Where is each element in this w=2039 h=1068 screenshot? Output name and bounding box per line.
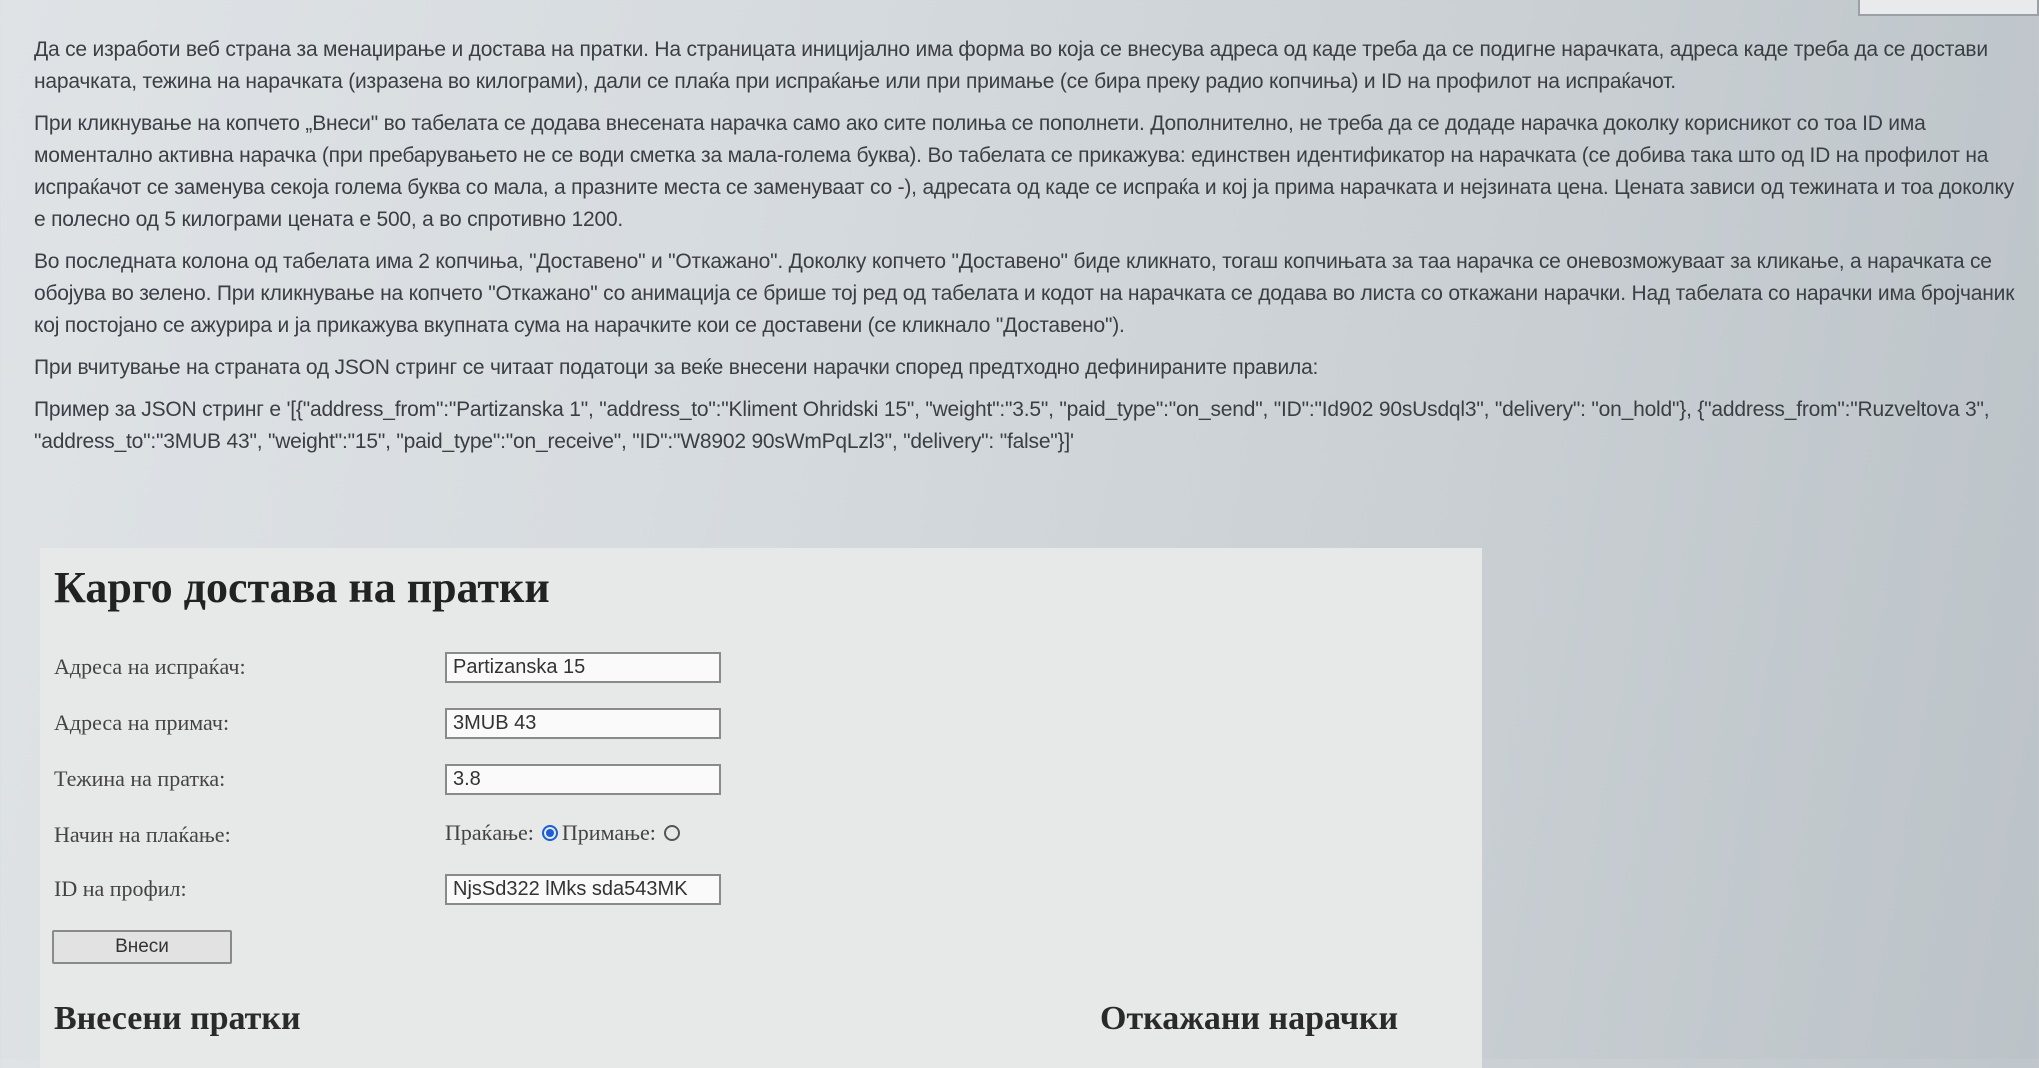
browser-tab-fragment: [1858, 0, 2039, 16]
page-title: Карго достава на пратки: [54, 563, 550, 612]
receiver-address-input[interactable]: [445, 708, 721, 739]
sender-address-label: Адреса на испраќач:: [54, 654, 246, 679]
entered-shipments-title: Внесени пратки: [54, 1000, 301, 1037]
profile-id-label: ID на профил:: [54, 876, 187, 901]
payment-send-label: Праќање:: [445, 820, 534, 845]
weight-label: Тежина на пратка:: [54, 766, 226, 791]
cancelled-orders-title: Откажани нарачки: [1100, 1000, 1399, 1037]
payment-receive-label: Примање:: [561, 820, 656, 845]
description-json-example: Пример за JSON стринг е '[{"address_from…: [34, 398, 1990, 453]
payment-method-label: Начин на плаќање:: [54, 822, 231, 847]
payment-method-radio-group: Праќање: Примање:: [445, 820, 684, 846]
description-paragraph-3: Во последната колона од табелата има 2 к…: [34, 250, 2015, 337]
receiver-address-label: Адреса на примач:: [54, 710, 230, 735]
cargo-app-panel: Карго достава на пратки Адреса на испраќ…: [40, 548, 1482, 1068]
description-paragraph-2: При кликнување на копчето „Внеси" во таб…: [34, 112, 2015, 231]
payment-receive-radio[interactable]: [663, 825, 680, 841]
weight-input[interactable]: [445, 764, 721, 795]
description-paragraph-1: Да се изработи веб страна за менаџирање …: [34, 38, 1988, 93]
payment-send-radio[interactable]: [541, 825, 558, 841]
sender-address-input[interactable]: [445, 652, 721, 683]
profile-id-input[interactable]: [445, 874, 721, 905]
submit-button[interactable]: Внеси: [52, 930, 232, 964]
description-paragraph-4: При вчитување на страната од JSON стринг…: [34, 356, 1319, 379]
task-description: Да се изработи веб страна за менаџирање …: [34, 34, 2024, 468]
